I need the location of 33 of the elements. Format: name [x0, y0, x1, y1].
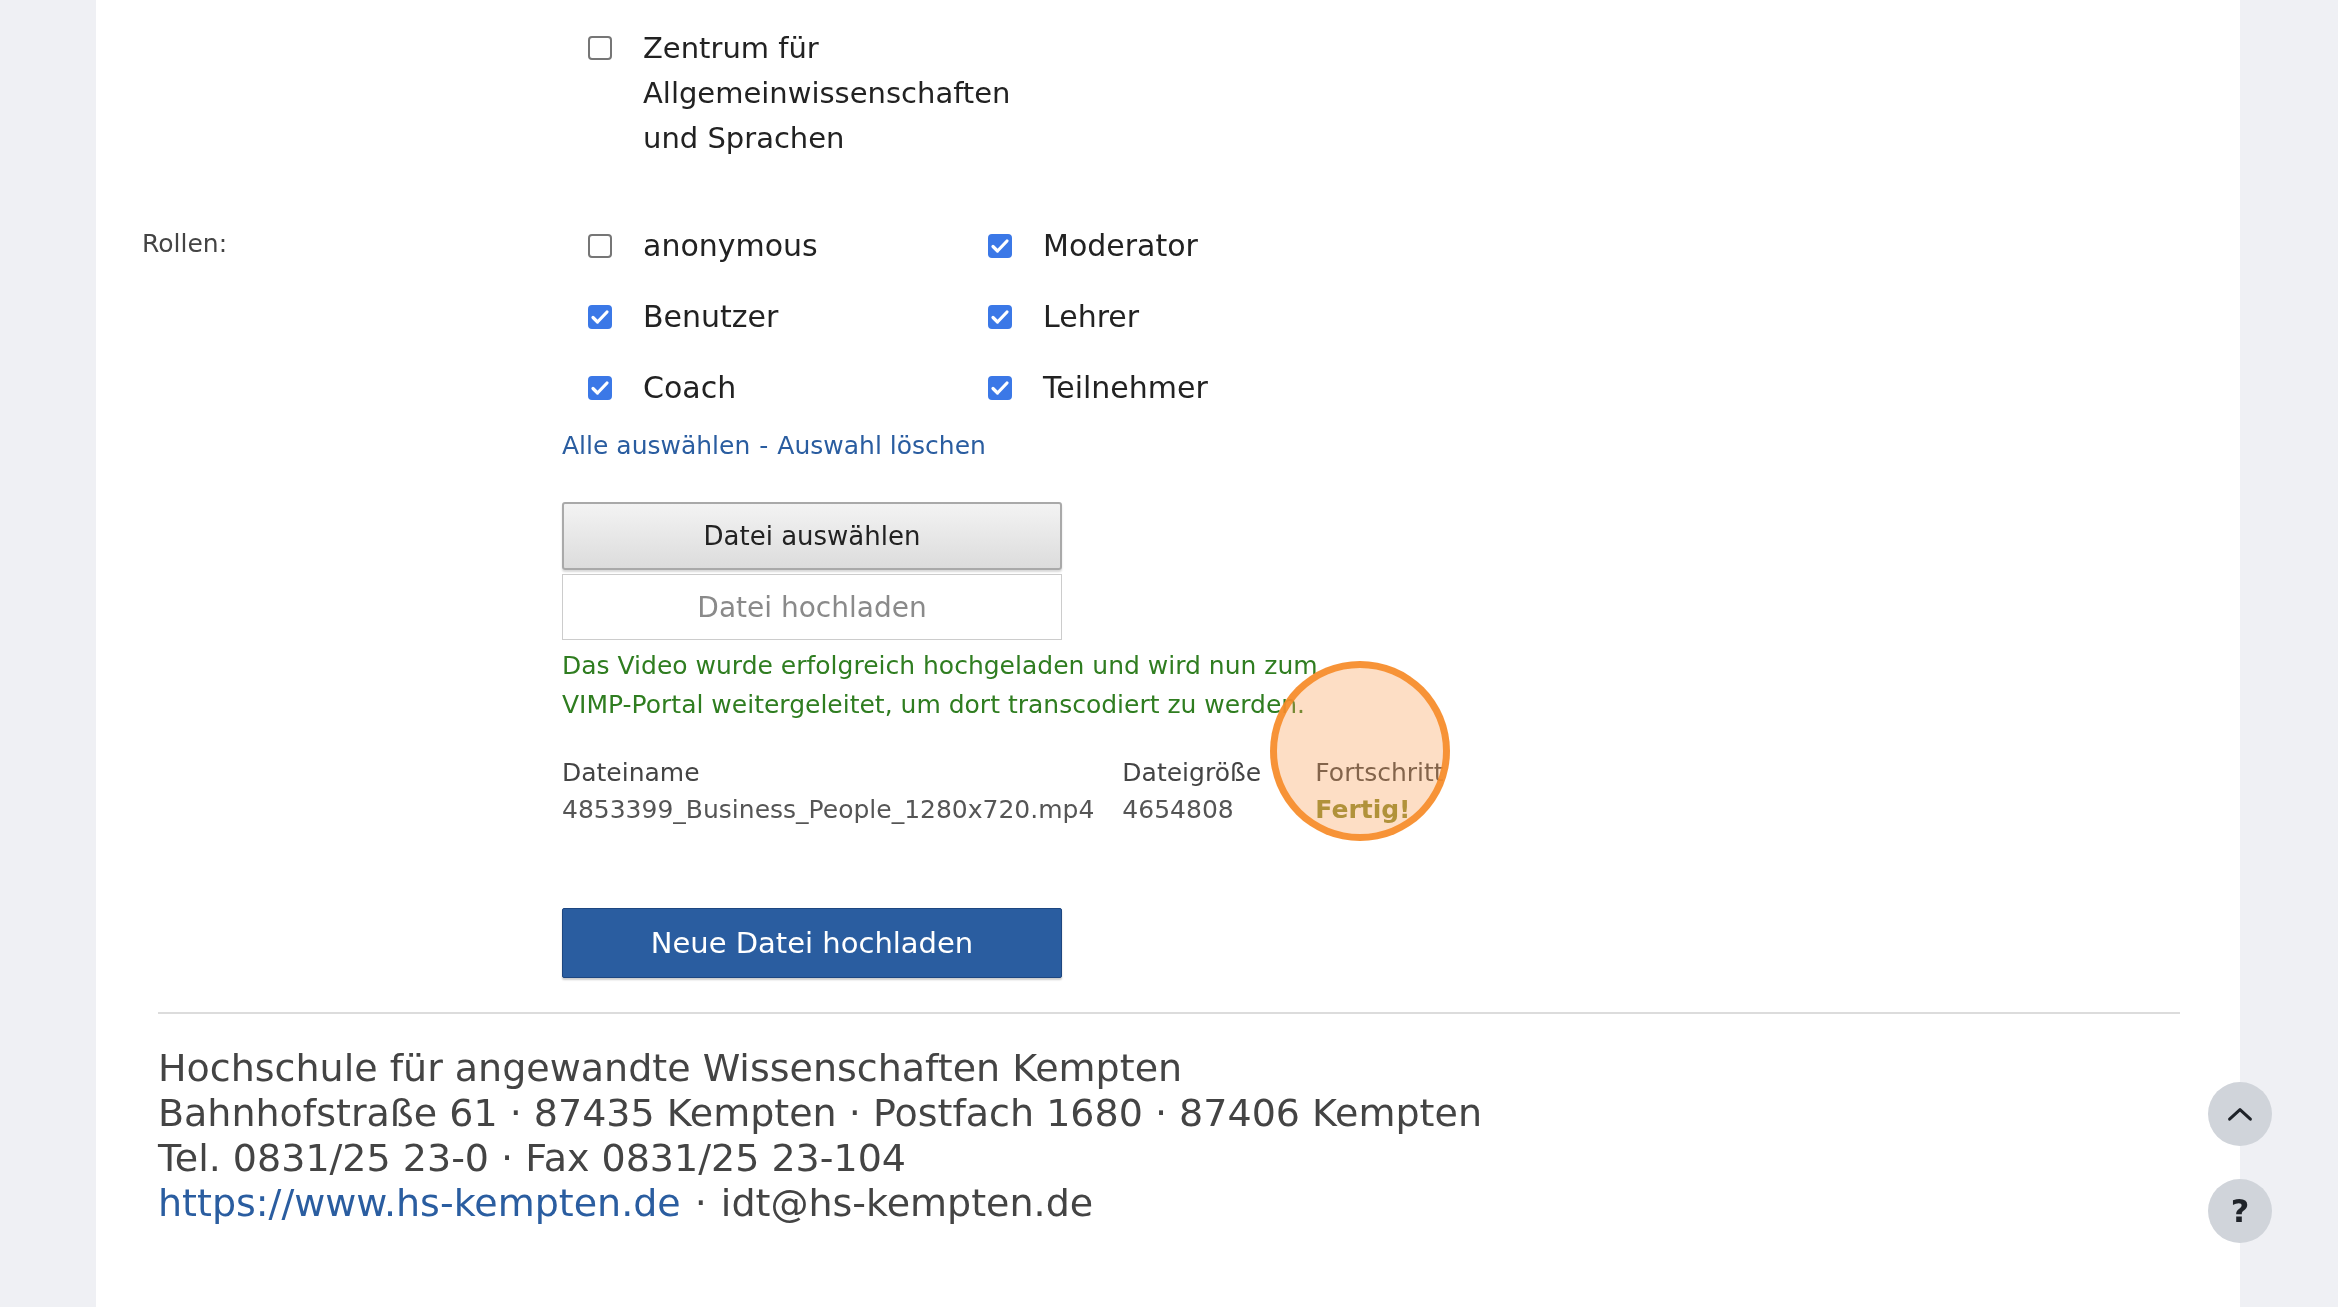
checkbox-label: Coach: [643, 370, 737, 405]
email-text: idt@hs-kempten.de: [720, 1181, 1094, 1226]
separator: ·: [694, 1181, 707, 1226]
separator: -: [759, 431, 769, 460]
field-label: Rollen:: [141, 229, 229, 259]
clear-selection-link[interactable]: Auswahl löschen: [777, 431, 986, 460]
checkbox-label: anonymous: [643, 228, 818, 263]
checkbox-label: Zentrum für Allgemeinwissenschaften und Sprachen: [643, 30, 1012, 157]
checkbox[interactable]: [588, 304, 612, 329]
select-all-link[interactable]: Alle auswählen: [562, 431, 751, 460]
checkbox[interactable]: [588, 36, 612, 60]
column-header: Dateiname: [562, 758, 701, 787]
footer-text: Hochschule für angewandte Wissenschaften Kempten: [158, 1046, 1184, 1091]
chevron-up-icon: [2227, 1105, 2253, 1123]
column-header: Dateigröße: [1122, 758, 1263, 787]
table-cell: 4853399_Business_People_1280x720.mp4: [562, 795, 1095, 824]
checkbox-label: Moderator: [1043, 228, 1198, 263]
table-cell-text: 4654808: [1122, 795, 1235, 824]
checkbox-label: Benutzer: [643, 299, 779, 334]
checkbox[interactable]: [988, 304, 1012, 329]
upload-new-file-button[interactable]: Neue Datei hochladen: [562, 908, 1062, 978]
checkbox[interactable]: [988, 375, 1012, 400]
footer-text: Bahnhofstraße 61 · 87435 Kempten · Postfach 1680 · 87406 Kempten: [158, 1091, 1483, 1136]
checkbox[interactable]: [988, 233, 1012, 258]
table-cell-text: Fertig!: [1315, 795, 1412, 824]
choose-file-button[interactable]: Datei auswählen: [562, 502, 1062, 570]
website-link[interactable]: https://www.hs-kempten.de: [158, 1181, 681, 1226]
checkbox[interactable]: [588, 375, 612, 400]
footer-text: Tel. 0831/25 23-0 · Fax 0831/25 23-104: [158, 1136, 908, 1181]
checkbox-label: Teilnehmer: [1043, 370, 1208, 405]
checkbox-label: Lehrer: [1043, 299, 1140, 334]
checkbox[interactable]: [588, 233, 612, 258]
help-button[interactable]: ?: [2208, 1179, 2272, 1243]
